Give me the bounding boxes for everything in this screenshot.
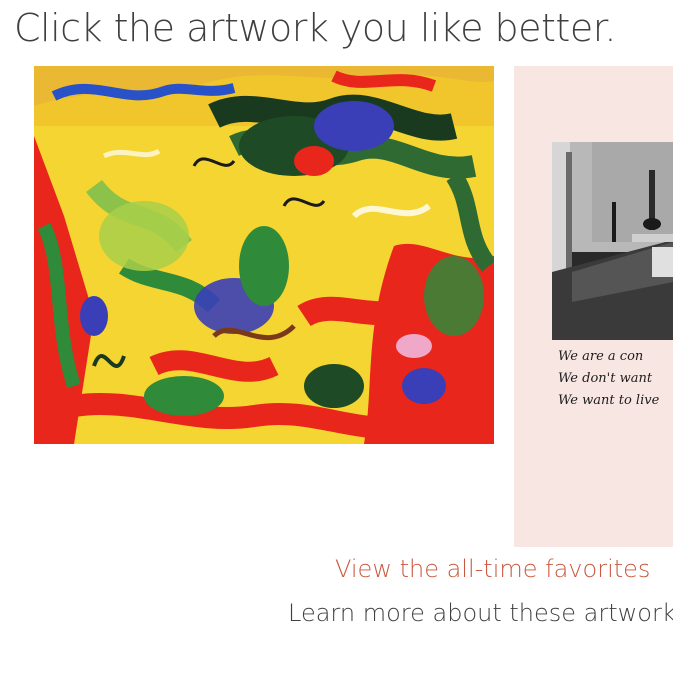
prompt-heading: Click the artwork you like better. xyxy=(14,6,616,50)
artwork-option-left[interactable] xyxy=(34,66,494,444)
learn-more-link[interactable]: Learn more about these artworks xyxy=(288,599,673,627)
interior-photograph xyxy=(552,142,673,340)
abstract-painting-image xyxy=(34,66,494,444)
caption-line: We don't want xyxy=(558,371,653,386)
artwork-option-right[interactable]: We are a con We don't want We want to live xyxy=(514,66,673,547)
comparison-page: Click the artwork you like better. We ar… xyxy=(0,0,673,673)
caption-line: We want to live xyxy=(558,393,660,408)
caption-line: We are a con xyxy=(558,349,644,364)
all-time-favorites-link[interactable]: View the all-time favorites xyxy=(335,555,650,583)
handwritten-caption: We are a con We don't want We want to live xyxy=(558,346,673,412)
